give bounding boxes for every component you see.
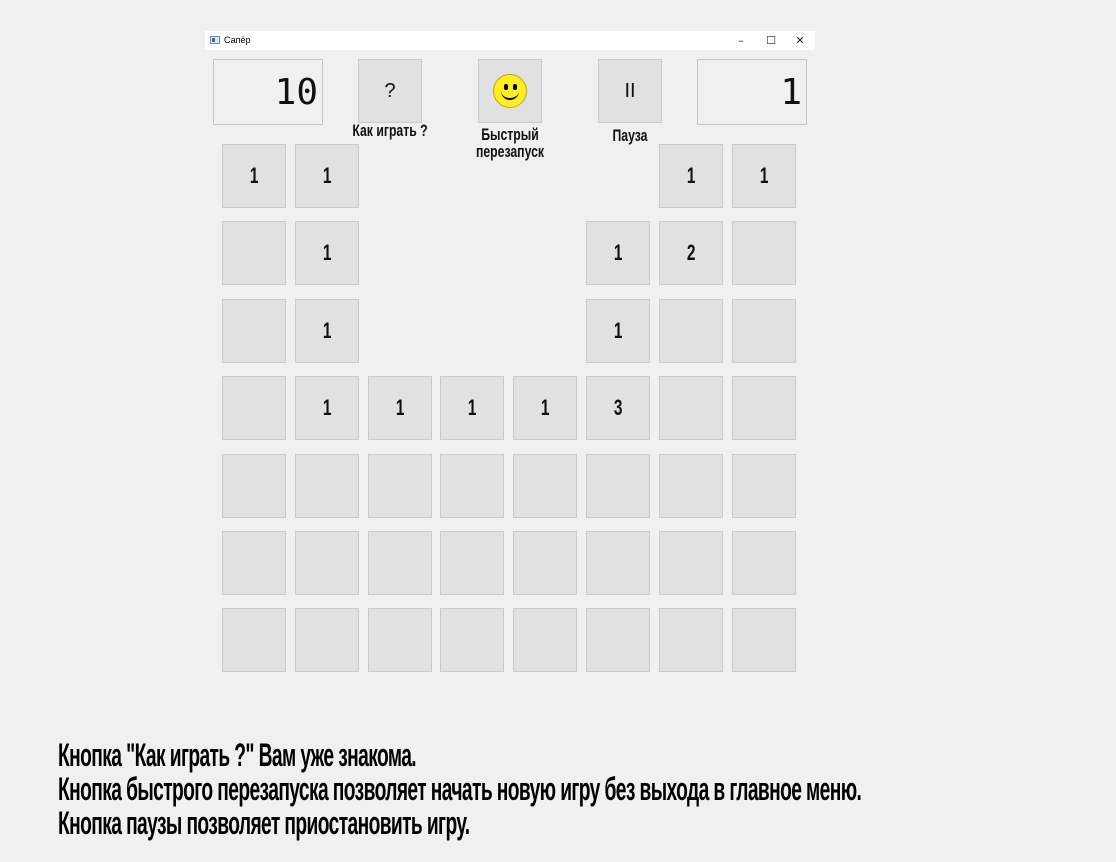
mine-cell[interactable] [732, 608, 796, 672]
mine-cell[interactable]: 1 [659, 144, 723, 208]
cell-number: 2 [686, 240, 696, 265]
mine-cell[interactable] [659, 454, 723, 518]
mine-cell [513, 221, 577, 285]
mine-cell[interactable]: 1 [295, 376, 359, 440]
instruction-line-help: Кнопка "Как играть ?" Вам уже знакома. [58, 737, 417, 773]
mine-cell[interactable]: 1 [440, 376, 504, 440]
instruction-line-restart: Кнопка быстрого перезапуска позволяет на… [58, 771, 862, 807]
mine-cell[interactable] [222, 221, 286, 285]
mine-cell[interactable] [440, 531, 504, 595]
cell-number: 3 [613, 395, 623, 420]
cell-number: 1 [249, 163, 259, 188]
cell-number: 1 [322, 318, 332, 343]
help-button[interactable]: ? [358, 59, 422, 123]
mine-cell[interactable] [586, 531, 650, 595]
minimize-button[interactable]: – [726, 31, 756, 50]
mine-cell[interactable] [440, 608, 504, 672]
mine-cell[interactable] [222, 608, 286, 672]
close-button[interactable]: ✕ [785, 31, 815, 50]
restart-button[interactable] [478, 59, 542, 123]
mine-cell[interactable]: 3 [586, 376, 650, 440]
mine-cell[interactable] [295, 531, 359, 595]
cell-number: 1 [467, 395, 477, 420]
cell-number: 1 [322, 395, 332, 420]
mine-cell [368, 299, 432, 363]
mine-cell[interactable]: 1 [586, 299, 650, 363]
mine-cell [513, 144, 577, 208]
mine-cell[interactable] [659, 376, 723, 440]
mine-cell[interactable] [586, 608, 650, 672]
smiley-face-icon [493, 74, 527, 108]
mine-cell[interactable] [368, 454, 432, 518]
mine-cell [513, 299, 577, 363]
mine-cell[interactable] [222, 299, 286, 363]
mine-cell[interactable] [513, 608, 577, 672]
mine-cell[interactable] [659, 531, 723, 595]
mine-cell [440, 221, 504, 285]
mine-cell [368, 221, 432, 285]
mine-cell[interactable] [222, 376, 286, 440]
cell-number: 1 [540, 395, 550, 420]
mine-cell[interactable] [732, 531, 796, 595]
window-titlebar: Сапёр – ☐ ✕ [205, 31, 815, 50]
mine-cell[interactable] [732, 299, 796, 363]
cell-number: 1 [613, 318, 623, 343]
mine-cell[interactable] [368, 531, 432, 595]
pause-label: Пауза [612, 126, 648, 145]
mines-counter: 10 [213, 59, 323, 125]
cell-number: 1 [613, 240, 623, 265]
mine-cell[interactable]: 1 [586, 221, 650, 285]
mine-cell[interactable] [295, 608, 359, 672]
mine-cell [440, 299, 504, 363]
mine-cell[interactable] [732, 376, 796, 440]
mine-cell[interactable]: 1 [368, 376, 432, 440]
mine-cell[interactable]: 2 [659, 221, 723, 285]
cell-number: 1 [759, 163, 769, 188]
timer-display: 1 [697, 59, 807, 125]
mine-cell[interactable] [659, 299, 723, 363]
mine-cell[interactable] [222, 454, 286, 518]
instruction-line-pause: Кнопка паузы позволяет приостановить игр… [58, 805, 470, 841]
mine-cell[interactable] [440, 454, 504, 518]
mine-cell [440, 144, 504, 208]
help-label: Как играть ? [352, 121, 428, 140]
cell-number: 1 [686, 163, 696, 188]
mine-cell[interactable]: 1 [513, 376, 577, 440]
mine-cell[interactable] [295, 454, 359, 518]
mine-cell[interactable]: 1 [732, 144, 796, 208]
window-title: Сапёр [224, 35, 251, 45]
mine-cell[interactable]: 1 [295, 221, 359, 285]
pause-button[interactable]: II [598, 59, 662, 123]
mine-cell [368, 144, 432, 208]
mine-cell[interactable] [732, 454, 796, 518]
mine-cell[interactable] [368, 608, 432, 672]
mine-cell[interactable] [586, 454, 650, 518]
mine-cell[interactable]: 1 [295, 144, 359, 208]
mine-cell[interactable]: 1 [295, 299, 359, 363]
mine-cell[interactable] [659, 608, 723, 672]
mine-cell[interactable]: 1 [222, 144, 286, 208]
mine-cell[interactable] [513, 454, 577, 518]
app-icon [210, 36, 220, 44]
cell-number: 1 [322, 240, 332, 265]
mine-cell[interactable] [732, 221, 796, 285]
maximize-button[interactable]: ☐ [756, 31, 786, 50]
cell-number: 1 [322, 163, 332, 188]
mine-cell[interactable] [513, 531, 577, 595]
mine-cell [586, 144, 650, 208]
mine-cell[interactable] [222, 531, 286, 595]
instructions-text: Кнопка "Как играть ?" Вам уже знакома. К… [58, 737, 862, 841]
cell-number: 1 [395, 395, 405, 420]
